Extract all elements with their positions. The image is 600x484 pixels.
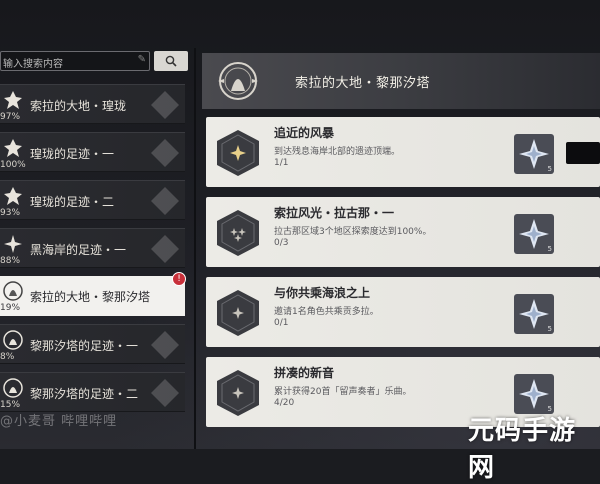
sidebar-item-label: 瑝珑的足迹・一 [30,147,115,161]
edit-clear-icon[interactable]: ✎ [138,54,146,65]
sidebar-item-label: 索拉的大地・瑝珑 [30,99,127,113]
watermark-right: 元码手游网 [468,416,577,483]
decor-icon [151,139,179,167]
reward-item[interactable]: 5 [514,294,554,334]
sidebar-item[interactable]: 瑝珑的足迹・二 93% [0,180,185,220]
sidebar-item[interactable]: 黎那汐塔的足迹・一 8% [0,324,185,364]
sidebar-item-label: 黎那汐塔的足迹・一 [30,339,139,353]
search-placeholder: 输入搜索内容 [3,59,63,70]
search-row: 输入搜索内容 ✎ [0,51,190,73]
sidebar-item-percent: 93% [0,208,21,218]
achievement-name: 与你共乘海浪之上 [274,286,371,300]
reward-count: 5 [547,245,552,253]
category-header: 索拉的大地・黎那汐塔 [202,53,600,109]
sidebar-item-percent: 88% [0,256,21,266]
sidebar-item-percent: 19% [0,303,21,313]
decor-icon [151,331,179,359]
decor-icon [151,187,179,215]
region-icon [4,235,22,253]
search-button[interactable] [154,51,188,71]
sidebar-item[interactable]: 索拉的大地・瑝珑 97% [0,84,185,124]
sidebar-item-percent: 15% [0,400,21,410]
sidebar-item-percent: 8% [0,352,15,362]
sidebar-item-percent: 100% [0,160,26,170]
achievement-hex-icon [217,130,259,176]
region-emblem-icon [3,378,23,398]
decor-icon [151,379,179,407]
search-icon [165,55,177,67]
achievement-name: 索拉风光・拉古那・一 [274,206,395,220]
reward-item[interactable]: 5 [514,214,554,254]
sidebar-item-selected[interactable]: 索拉的大地・黎那汐塔 19% ! [0,272,186,316]
achievement-desc: 累计获得20首「留声奏者」乐曲。 [274,387,412,397]
region-emblem-icon [3,281,23,301]
region-icon [4,139,22,157]
page-title: 索拉的大地・黎那汐塔 [295,76,431,91]
watermark-left: @小麦哥 哔哩哔哩 [0,414,118,429]
region-icon [4,187,22,205]
region-emblem-icon [218,62,258,100]
achievement-desc: 邀请1名角色共乘贡多拉。 [274,307,379,317]
sidebar-item[interactable]: 黎那汐塔的足迹・二 15% [0,372,185,412]
achievement-desc: 拉古那区域3个地区探索度达到100%。 [274,227,432,237]
sidebar-item-label: 瑝珑的足迹・二 [30,195,115,209]
achievement-progress: 0/3 [274,238,289,248]
decor-icon [151,91,179,119]
reward-item[interactable]: 5 [514,374,554,414]
sidebar-item[interactable]: 黑海岸的足迹・一 88% [0,228,185,268]
sidebar-item-label: 黎那汐塔的足迹・二 [30,387,139,401]
claimed-status [566,142,600,164]
achievement-progress: 0/1 [274,318,289,328]
achievement-hex-icon [217,210,259,256]
achievement-hex-icon [217,290,259,336]
alert-badge: ! [172,272,186,286]
achievement-name: 追近的风暴 [274,126,335,140]
sidebar-item-label: 黑海岸的足迹・一 [30,243,127,257]
achievement-name: 拼凑的新音 [274,366,335,380]
reward-item[interactable]: 5 [514,134,554,174]
achievement-card[interactable]: 追近的风暴 到达残息海岸北部的遗迹顶端。 1/1 5 [206,117,600,187]
achievement-desc: 到达残息海岸北部的遗迹顶端。 [274,147,401,157]
achievement-card[interactable]: 与你共乘海浪之上 邀请1名角色共乘贡多拉。 0/1 5 [206,277,600,347]
reward-count: 5 [547,325,552,333]
decor-icon [151,235,179,263]
panel-divider [194,48,196,449]
achievement-card[interactable]: 索拉风光・拉古那・一 拉古那区域3个地区探索度达到100%。 0/3 5 [206,197,600,267]
achievement-hex-icon [217,370,259,416]
sidebar-item-percent: 97% [0,112,21,122]
achievement-progress: 1/1 [274,158,289,168]
sidebar-item[interactable]: 瑝珑的足迹・一 100% [0,132,185,172]
sidebar-item-label: 索拉的大地・黎那汐塔 [30,290,151,304]
search-input[interactable]: 输入搜索内容 ✎ [0,51,150,71]
region-icon [4,91,22,109]
reward-count: 5 [547,165,552,173]
achievement-progress: 4/20 [274,398,295,408]
region-emblem-icon [3,330,23,350]
